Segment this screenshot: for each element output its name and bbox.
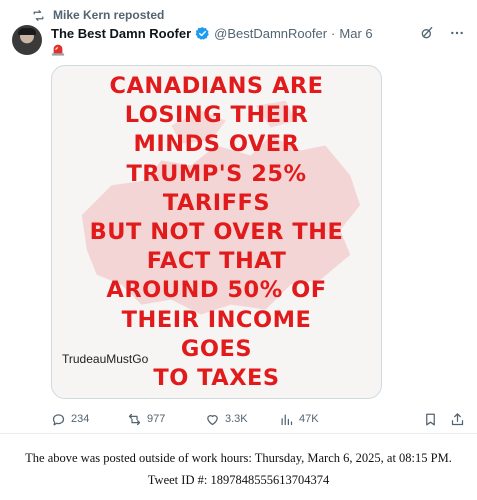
bookmark-icon[interactable] [423,412,438,427]
reply-button[interactable]: 234 [51,412,127,427]
repost-icon [33,9,44,21]
share-icon[interactable] [450,412,465,427]
author-name[interactable]: The Best Damn Roofer [51,26,191,41]
views-button[interactable]: 47K [279,412,353,427]
image-text-line: BUT NOT OVER THE [89,219,344,246]
post-date[interactable]: Mar 6 [339,26,372,41]
image-text-line: MINDS OVER [133,131,300,158]
siren-emoji-icon [51,44,65,56]
image-text-line: FACT THAT [146,248,287,275]
analytics-icon [281,414,293,425]
like-count: 3.3K [225,413,248,425]
like-button[interactable]: 3.3K [205,412,279,427]
grok-icon[interactable] [419,25,435,41]
avatar[interactable] [12,25,42,55]
repost-button[interactable]: 977 [127,412,205,427]
action-bar-right [423,412,465,427]
action-bar: 234 977 3.3K 47K [51,409,465,429]
footer-line-posted: The above was posted outside of work hou… [25,451,452,465]
image-text-line: TRUMP'S 25% [126,160,307,187]
image-text-line: THEIR INCOME [121,306,312,333]
separator-dot: · [331,25,336,41]
footer-line-tweet-id: Tweet ID #: 1897848555613704374 [147,473,330,487]
tweet-header: The Best Damn Roofer @BestDamnRoofer · M… [51,22,465,44]
image-text-line: TARIFFS [162,189,271,216]
heart-icon [207,414,218,425]
footer-note: The above was posted outside of work hou… [0,447,477,491]
repost-label: Mike Kern reposted [53,8,165,22]
image-text-line: LOSING THEIR [124,102,309,129]
image-text-block: CANADIANS ARE LOSING THEIR MINDS OVER TR… [52,72,381,393]
image-text-line: AROUND 50% OF [106,277,327,304]
verified-badge-icon [195,26,209,40]
image-watermark: TrudeauMustGo [62,352,149,366]
reply-count: 234 [71,413,90,425]
repost-count: 977 [147,413,166,425]
image-text-line: TO TAXES [153,365,280,392]
more-options-icon[interactable] [449,25,465,41]
author-handle[interactable]: @BestDamnRoofer [214,26,327,41]
reply-icon [52,413,65,425]
divider [0,433,477,434]
image-text-line: CANADIANS ARE [109,73,324,99]
view-count: 47K [299,413,319,425]
post-image[interactable]: CANADIANS ARE LOSING THEIR MINDS OVER TR… [51,65,382,399]
repost-icon [128,413,141,425]
